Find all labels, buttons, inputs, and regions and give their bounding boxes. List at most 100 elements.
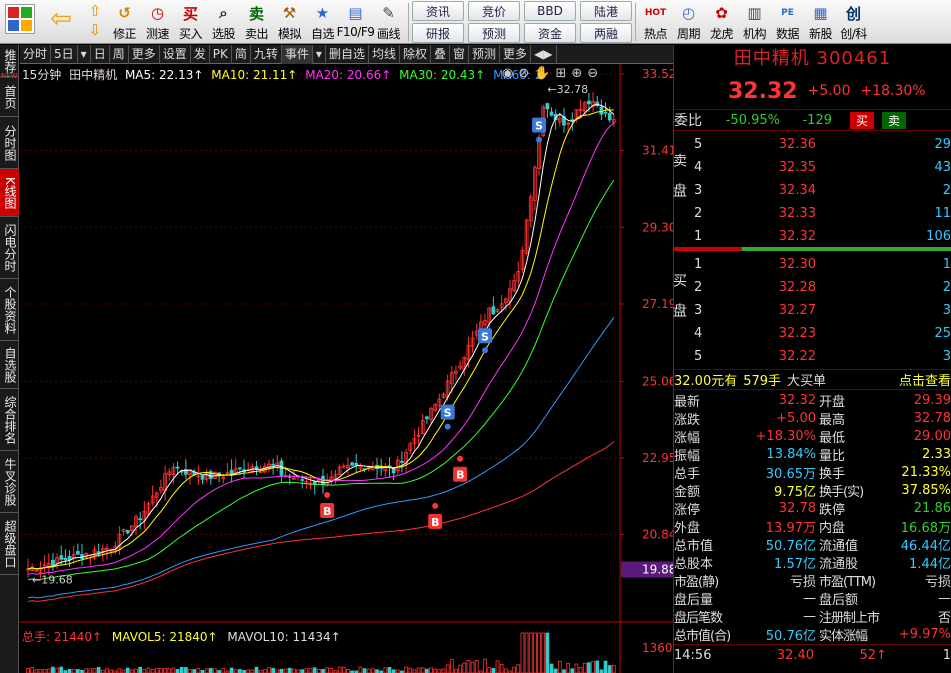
order-volume: 3 — [942, 303, 951, 318]
grid-icon[interactable]: ⊞ — [555, 66, 566, 81]
chart-tool-8[interactable]: PK — [210, 44, 232, 64]
volume-bar — [221, 667, 226, 673]
zoom-in-icon[interactable]: ⊕ — [571, 66, 582, 81]
small-button[interactable]: 陆港 — [580, 1, 632, 21]
small-button-group: 资讯 研报 — [412, 1, 464, 43]
small-button[interactable]: 竞价 — [468, 1, 520, 21]
order-book-row[interactable]: 4 32.35 43 — [674, 156, 951, 179]
chart-tool-4[interactable]: 周 — [110, 44, 129, 64]
small-button[interactable]: 研报 — [412, 23, 464, 43]
small-button[interactable]: 预测 — [468, 23, 520, 43]
toolbar-button-gavel[interactable]: ⚒ 模拟 — [273, 0, 306, 44]
toolbar-button-chuang[interactable]: 创创/科 — [837, 0, 870, 44]
candle-body — [607, 112, 612, 121]
toolbar-button-dragon[interactable]: ✿ 龙虎 — [705, 0, 738, 44]
sell-marker-dot — [444, 423, 451, 430]
period-label[interactable]: 15分钟 — [22, 68, 61, 82]
small-button[interactable]: BBD — [524, 1, 576, 21]
up-arrow-icon[interactable]: ⇧ — [89, 2, 102, 21]
small-button[interactable]: 两融 — [580, 23, 632, 43]
chart-tool-0[interactable]: 分时 — [20, 44, 52, 64]
toolbar-button-sell[interactable]: 卖卖出 — [240, 0, 273, 44]
toolbar-button-cycle[interactable]: ◴ 周期 — [672, 0, 705, 44]
toolbar-button-buy[interactable]: 买买入 — [174, 0, 207, 44]
buy-icon: 买 — [182, 4, 198, 23]
big-order-link[interactable]: 点击查看 — [899, 370, 951, 389]
chart-tool-10[interactable]: 九转 — [251, 44, 282, 64]
order-book-row[interactable]: 3 32.27 3 — [674, 299, 951, 322]
order-book-row[interactable]: 3 32.34 2 — [674, 179, 951, 202]
chart-tool-11[interactable]: 事件 — [281, 44, 313, 64]
updown-buttons[interactable]: ⇧ ⇩ — [82, 0, 108, 44]
sidebar-item-7[interactable]: 综合排名 — [0, 389, 19, 451]
volume-bar — [117, 668, 122, 673]
ma10-label: MA10: 21.11↑ — [211, 68, 298, 82]
toolbar-button-f10[interactable]: ▤ F10/F9 — [337, 0, 375, 44]
toolbar-button-label: 周期 — [676, 27, 701, 41]
chart-tool-18[interactable]: 预测 — [469, 44, 501, 64]
chart-tool-14[interactable]: 均线 — [369, 44, 400, 64]
quick-sell-button[interactable]: 卖 — [882, 111, 907, 129]
toolbar-button-pen[interactable]: ✎ 画线 — [372, 0, 405, 44]
down-arrow-icon[interactable]: ⇩ — [89, 21, 102, 40]
zoom-out-icon[interactable]: ⊖ — [587, 66, 598, 81]
sidebar-item-4[interactable]: 闪电分时 — [0, 217, 19, 279]
chart-tool-17[interactable]: 窗 — [450, 44, 470, 64]
quote-stat-row: 盘后笔数 — 注册制上市 否 — [674, 607, 951, 626]
sidebar-item-2[interactable]: 分时图 — [0, 117, 19, 169]
toolbar-button-chart-search[interactable]: ⌕ 选股 — [207, 0, 240, 44]
chart-tool-13[interactable]: 删自选 — [326, 44, 369, 64]
chart-tool-5[interactable]: 更多 — [129, 44, 160, 64]
sidebar-item-8[interactable]: 牛叉诊股 — [0, 451, 19, 513]
chart-tool-1[interactable]: 5日 — [51, 44, 78, 64]
chart-tool-3[interactable]: 日 — [91, 44, 110, 64]
order-book-row[interactable]: 2 32.28 2 — [674, 276, 951, 299]
hand-icon[interactable]: ✋ — [534, 66, 550, 81]
chart-tool-7[interactable]: 发 — [191, 44, 210, 64]
home-grid-button[interactable] — [0, 0, 40, 44]
order-volume: 25 — [934, 326, 951, 341]
chart-tool-2[interactable]: ▾ — [78, 44, 91, 64]
y-tick-label: 19.88 — [642, 563, 673, 577]
eye-icon[interactable]: ◉ — [502, 66, 513, 81]
sidebar-item-6[interactable]: 自选股 — [0, 341, 19, 389]
chart-tool-15[interactable]: 除权 — [400, 44, 431, 64]
small-button[interactable]: 资讯 — [412, 1, 464, 21]
volume-bar — [279, 668, 284, 673]
toolbar-button-newstock[interactable]: ▦ 新股 — [804, 0, 837, 44]
back-button[interactable]: ⇦ — [40, 0, 82, 44]
volume-bar — [570, 668, 575, 673]
volume-bar — [304, 668, 309, 673]
chart-tool-19[interactable]: 更多 — [500, 44, 532, 64]
sidebar-item-5[interactable]: 个股资料 — [0, 279, 19, 341]
order-book-row[interactable]: 1 32.32 106 — [674, 225, 951, 248]
toolbar-button-hot[interactable]: HOT 热点 — [639, 0, 672, 44]
toolbar-button-pe[interactable]: PE 数据 — [771, 0, 804, 44]
toolbar-button-building[interactable]: ▥ 机构 — [738, 0, 771, 44]
sidebar-item-0[interactable]: 推荐 NEW — [0, 45, 19, 80]
order-book-row[interactable]: 2 32.33 11 — [674, 202, 951, 225]
chart-tool-6[interactable]: 设置 — [160, 44, 191, 64]
order-volume: 2 — [942, 183, 951, 198]
eye-off-icon[interactable]: ⊘ — [518, 66, 529, 81]
sidebar-item-3[interactable]: K线图 — [0, 169, 19, 217]
order-level: 1 — [694, 229, 703, 244]
order-book-row[interactable]: 5 32.36 29 — [674, 133, 951, 156]
toolbar-button-star[interactable]: ★ 自选 — [306, 0, 339, 44]
chart-tool-12[interactable]: ▾ — [313, 44, 326, 64]
order-book-row[interactable]: 4 32.23 25 — [674, 322, 951, 345]
chart-tool-20[interactable]: ◀▶ — [531, 44, 557, 64]
sidebar-item-9[interactable]: 超级盘口 — [0, 513, 19, 575]
quick-buy-button[interactable]: 买 — [850, 111, 875, 129]
volume-bar — [84, 668, 89, 673]
stat-label: 最新 — [674, 394, 701, 410]
toolbar-button-undo[interactable]: ↺ 修正 — [108, 0, 141, 44]
small-button[interactable]: 资金 — [524, 23, 576, 43]
chart-tool-9[interactable]: 简 — [232, 44, 251, 64]
order-book-row[interactable]: 5 32.22 3 — [674, 345, 951, 368]
order-book-row[interactable]: 1 32.30 1 — [674, 253, 951, 276]
chart-tool-16[interactable]: 叠 — [431, 44, 451, 64]
stat-value: 13.97万 — [765, 520, 816, 536]
kline-chart[interactable]: 33.5231.4129.3027.1925.0622.9520.8419.88… — [20, 64, 673, 673]
toolbar-button-clock[interactable]: ◷ 测速 — [141, 0, 174, 44]
